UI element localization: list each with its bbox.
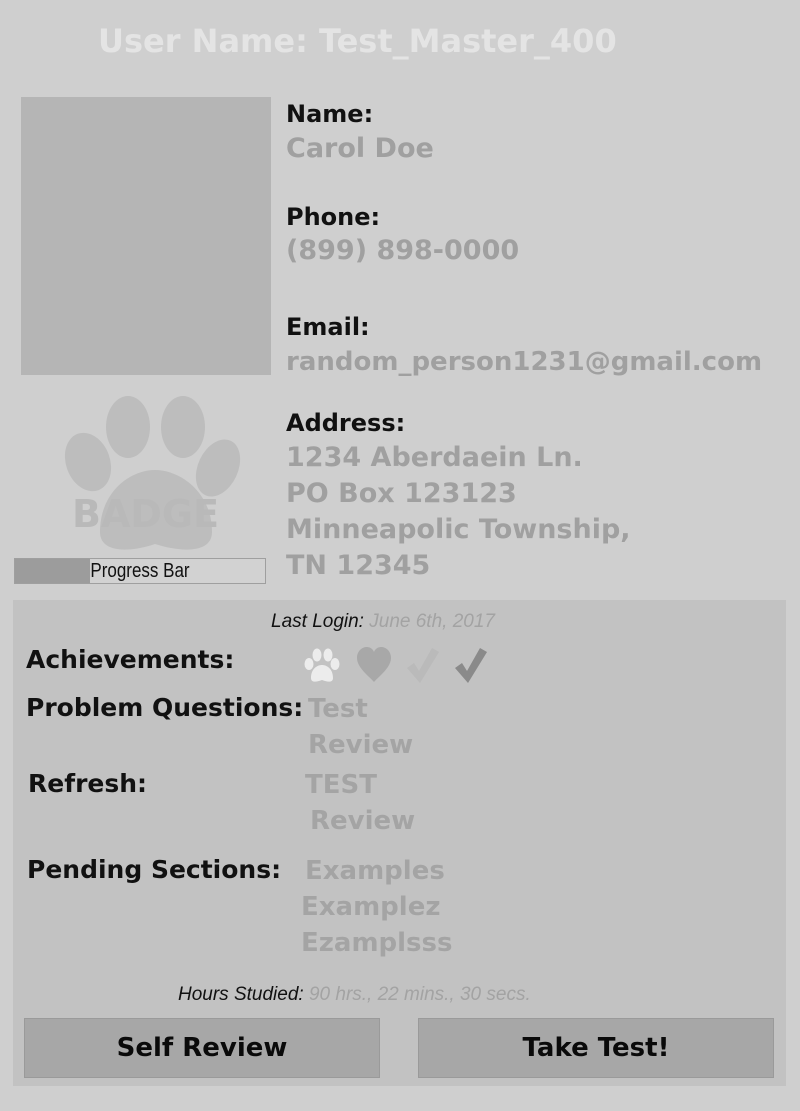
name-label: Name: <box>286 100 374 128</box>
name-value: Carol Doe <box>286 133 434 164</box>
check-icon <box>455 648 487 683</box>
pending-section-item[interactable]: Examplez <box>301 889 452 925</box>
hours-studied-label: Hours Studied: <box>178 984 304 1005</box>
address-label: Address: <box>286 409 406 437</box>
address-line: Minneapolic Township, <box>286 514 631 545</box>
check-icon <box>407 648 439 683</box>
refresh-item[interactable]: TEST <box>305 767 415 803</box>
badge-text: BADGE <box>72 492 220 536</box>
email-label: Email: <box>286 313 370 341</box>
problem-question-item[interactable]: Test <box>308 691 413 727</box>
phone-label: Phone: <box>286 203 381 231</box>
address-block: 1234 Aberdaein Ln. PO Box 123123 Minneap… <box>286 440 631 584</box>
pending-section-item[interactable]: Ezamplsss <box>301 925 452 961</box>
phone-value: (899) 898-0000 <box>286 235 520 266</box>
badge: BADGE <box>40 392 260 554</box>
heart-icon <box>357 647 391 682</box>
achievements-icons <box>302 646 488 684</box>
hours-studied-value: 90 hrs., 22 mins., 30 secs. <box>308 984 531 1005</box>
self-review-button[interactable]: Self Review <box>24 1018 380 1078</box>
refresh-item[interactable]: Review <box>305 803 415 839</box>
pending-section-item[interactable]: Examples <box>301 853 452 889</box>
address-line: PO Box 123123 <box>286 478 517 509</box>
refresh-list: TEST Review <box>305 767 415 839</box>
achievements-label: Achievements: <box>26 645 235 674</box>
last-login-label: Last Login: <box>271 611 364 632</box>
pending-sections-list: Examples Examplez Ezamplsss <box>301 853 452 961</box>
profile-photo <box>21 97 271 375</box>
paw-icon <box>304 648 340 682</box>
username-title: User Name: Test_Master_400 <box>98 22 617 60</box>
problem-question-item[interactable]: Review <box>308 727 413 763</box>
address-line: 1234 Aberdaein Ln. <box>286 442 583 473</box>
address-line: TN 12345 <box>286 550 431 581</box>
pending-sections-label: Pending Sections: <box>27 855 282 884</box>
problem-questions-list: Test Review <box>308 691 413 763</box>
hours-studied: Hours Studied: 90 hrs., 22 mins., 30 sec… <box>178 984 531 1006</box>
email-value: random_person1231@gmail.com <box>286 347 763 377</box>
progress-bar: Progress Bar <box>14 558 266 584</box>
last-login-value: June 6th, 2017 <box>369 611 495 632</box>
refresh-label: Refresh: <box>28 769 148 798</box>
progress-label: Progress Bar <box>90 560 190 582</box>
last-login: Last Login: June 6th, 2017 <box>271 611 495 633</box>
take-test-button[interactable]: Take Test! <box>418 1018 774 1078</box>
problem-questions-label: Problem Questions: <box>26 693 304 722</box>
